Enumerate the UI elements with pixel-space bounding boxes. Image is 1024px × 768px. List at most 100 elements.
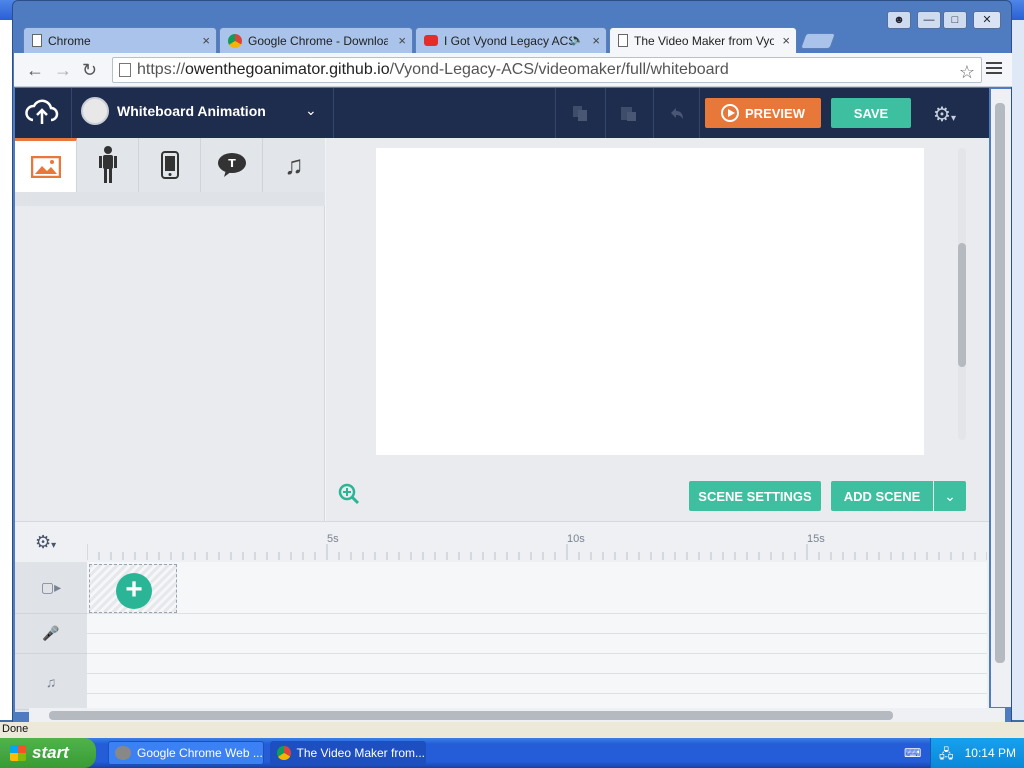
start-button[interactable]: start — [0, 738, 96, 768]
image-icon[interactable] — [15, 138, 77, 192]
start-label: start — [32, 743, 69, 762]
tab-close-icon[interactable]: × — [202, 33, 210, 48]
page-icon — [32, 34, 42, 47]
video-title[interactable]: Whiteboard Animation — [117, 103, 266, 119]
menu-icon[interactable] — [986, 62, 1002, 76]
network-icon[interactable]: 🖧 — [939, 745, 954, 767]
back-arrow-icon[interactable]: ← — [26, 60, 44, 81]
taskbar-item-label: Google Chrome Web ... — [137, 746, 263, 760]
background-window-right — [1010, 20, 1024, 720]
gear-icon[interactable]: ⚙▾ — [933, 102, 956, 127]
tab-label: The Video Maker from Vyond — [634, 33, 774, 48]
stage-area: SCENE SETTINGS ADD SCENE ⌄ — [326, 138, 989, 521]
whiteboard-theme-avatar[interactable] — [81, 97, 109, 125]
chrome-icon — [228, 33, 242, 48]
url-scheme: https:// — [137, 61, 186, 78]
asset-tabs: T ♫ — [15, 138, 325, 192]
tab-close-icon[interactable]: × — [398, 33, 406, 48]
youtube-icon — [424, 35, 438, 46]
music-track[interactable] — [87, 654, 987, 674]
topbar-divider — [605, 88, 606, 138]
new-tab-button[interactable] — [800, 33, 836, 49]
windows-logo-icon — [10, 745, 26, 761]
video-camera-icon: ▢▸ — [15, 562, 87, 614]
tab-video-maker[interactable]: The Video Maker from Vyond × — [609, 27, 797, 53]
url-domain: owenthegoanimator.github.io — [185, 61, 390, 78]
voice-track-2[interactable] — [87, 634, 987, 654]
reload-icon[interactable]: ↻ — [82, 60, 97, 81]
topbar-divider — [555, 88, 556, 138]
timeline-ruler[interactable]: 5s 10s 15s — [87, 522, 987, 562]
stage-scrollbar-thumb[interactable] — [958, 243, 966, 367]
empty-scene-slot[interactable]: + — [89, 564, 177, 613]
status-bar: Done — [0, 722, 1024, 738]
prop-icon[interactable] — [139, 138, 201, 192]
undo-icon[interactable] — [667, 104, 685, 122]
horizontal-scrollbar-thumb[interactable] — [49, 711, 893, 720]
forward-arrow-icon[interactable]: → — [54, 60, 72, 81]
url-path: /Vyond-Legacy-ACS/videomaker/full/whiteb… — [389, 61, 729, 78]
asset-list — [15, 192, 325, 206]
tab-google-chrome-download[interactable]: Google Chrome - Download t × — [219, 27, 413, 53]
track-headers: ▢▸ 🎤 ♫ — [15, 562, 87, 712]
page-scrollbar-thumb[interactable] — [995, 103, 1005, 663]
chevron-down-icon[interactable]: ⌄ — [305, 102, 317, 119]
add-scene-plus-icon[interactable]: + — [116, 573, 152, 609]
address-bar[interactable]: https://owenthegoanimator.github.io/Vyon… — [112, 57, 982, 83]
preview-button[interactable]: PREVIEW — [705, 98, 821, 128]
timeline-gear-icon[interactable]: ⚙▾ — [35, 532, 56, 553]
tab-close-icon[interactable]: × — [592, 33, 600, 48]
music-track-2[interactable] — [87, 674, 987, 694]
timeline-tracks: + — [87, 562, 987, 712]
speaker-icon[interactable]: 🔈 — [570, 33, 584, 46]
system-tray: 🖧 10:14 PM — [930, 738, 1024, 768]
browser-toolbar: ← → ↻ https://owenthegoanimator.github.i… — [14, 53, 1012, 87]
microphone-icon: 🎤 — [15, 614, 87, 654]
taskbar-item-label: The Video Maker from... — [296, 746, 426, 760]
scene-settings-button[interactable]: SCENE SETTINGS — [689, 481, 821, 511]
paste-icon[interactable] — [619, 104, 637, 122]
add-scene-button[interactable]: ADD SCENE — [831, 481, 933, 511]
ruler-ticks — [87, 544, 987, 560]
bookmark-star-icon[interactable]: ☆ — [959, 60, 975, 82]
cloud-upload-icon[interactable] — [25, 98, 59, 126]
topbar-divider — [699, 88, 700, 138]
page-icon — [618, 34, 628, 47]
zoom-in-icon[interactable] — [338, 483, 360, 505]
svg-text:T: T — [228, 157, 236, 170]
raccoon-icon — [115, 746, 131, 760]
clock: 10:14 PM — [964, 746, 1016, 760]
browser-window: ☻ — □ ✕ Chrome × Google Chrome - Downloa… — [12, 0, 1012, 726]
tab-label: I Got Vyond Legacy ACS — [444, 33, 572, 48]
music-note-icon: ♫ — [15, 654, 87, 710]
tab-youtube[interactable]: I Got Vyond Legacy ACS 🔈 × — [415, 27, 607, 53]
topbar-divider — [653, 88, 654, 138]
video-maker-app: Whiteboard Animation ⌄ PREVIEW SAVE ⚙▾ T… — [15, 88, 989, 712]
text-bubble-icon[interactable]: T — [201, 138, 263, 192]
scene-canvas[interactable] — [376, 148, 924, 455]
tab-chrome[interactable]: Chrome × — [23, 27, 217, 53]
voice-track[interactable] — [87, 614, 987, 634]
copy-icon[interactable] — [571, 104, 589, 122]
topbar-divider — [71, 88, 72, 138]
asset-library-panel: T ♫ — [15, 138, 325, 521]
tab-label: Chrome — [48, 33, 91, 48]
tab-strip: Chrome × Google Chrome - Download t × I … — [13, 27, 1013, 53]
topbar-divider — [333, 88, 334, 138]
video-track[interactable] — [87, 562, 987, 614]
music-note-icon[interactable]: ♫ — [263, 138, 325, 192]
save-button[interactable]: SAVE — [831, 98, 911, 128]
tab-close-icon[interactable]: × — [782, 33, 790, 48]
play-circle-icon — [721, 104, 740, 122]
timeline: ⚙▾ 5s 10s 15s ▢▸ 🎤 ♫ + — [15, 521, 989, 712]
app-topbar: Whiteboard Animation ⌄ PREVIEW SAVE ⚙▾ — [15, 88, 989, 138]
character-icon[interactable] — [77, 138, 139, 192]
page-scrollbar[interactable] — [991, 89, 1011, 707]
taskbar: start Google Chrome Web ... The Video Ma… — [0, 738, 1024, 768]
taskbar-item[interactable]: Google Chrome Web ... — [108, 741, 264, 765]
ruler-label: 10s — [567, 533, 585, 545]
keyboard-icon[interactable]: ⌨ — [904, 746, 921, 760]
taskbar-item[interactable]: The Video Maker from... — [270, 741, 426, 765]
chevron-down-icon[interactable]: ⌄ — [934, 481, 966, 511]
chrome-icon — [277, 746, 291, 760]
